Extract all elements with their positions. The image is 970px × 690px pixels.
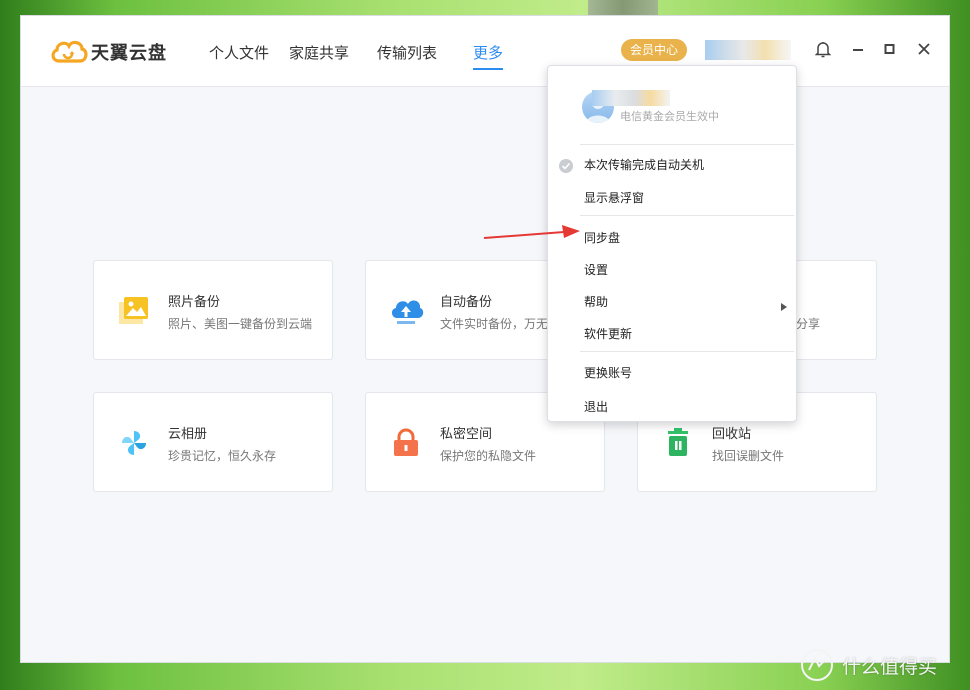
menu-item-sync-disk[interactable]: 同步盘 [584, 229, 620, 246]
menu-item-software-update[interactable]: 软件更新 [584, 325, 632, 342]
maximize-icon[interactable] [879, 38, 901, 60]
watermark-text: 什么值得买 [842, 656, 938, 678]
menu-item-exit[interactable]: 退出 [584, 398, 608, 415]
card-photo-backup[interactable]: 照片备份 照片、美图一键备份到云端 [93, 260, 333, 360]
menu-divider [580, 351, 794, 352]
pinwheel-icon [116, 425, 152, 461]
nav-more[interactable]: 更多 [473, 42, 503, 63]
app-window: 天翼云盘 个人文件 家庭共享 传输列表 更多 会员中心 照片备份 照片、美图一键… [20, 15, 950, 663]
nav-active-underline [473, 68, 503, 70]
menu-item-floating-window[interactable]: 显示悬浮窗 [584, 189, 644, 206]
watermark-logo-icon [801, 649, 833, 681]
app-name: 天翼云盘 [91, 43, 167, 64]
card-desc: 分享 [796, 317, 821, 331]
app-logo: 天翼云盘 [49, 36, 199, 66]
nav-transfer-list[interactable]: 传输列表 [377, 42, 437, 63]
menu-item-help[interactable]: 帮助 [584, 293, 608, 310]
card-cloud-album[interactable]: 云相册 珍贵记忆，恒久永存 [93, 392, 333, 492]
more-dropdown-menu: 电信黄金会员生效中 本次传输完成自动关机 显示悬浮窗 同步盘 设置 帮助 软件更… [547, 65, 797, 422]
card-desc: 珍贵记忆，恒久永存 [168, 449, 277, 463]
trash-icon [660, 425, 696, 461]
card-desc: 保护您的私隐文件 [440, 449, 537, 463]
nav-family-share[interactable]: 家庭共享 [289, 42, 349, 63]
cloud-logo-icon [51, 40, 88, 63]
cloud-upload-icon [388, 293, 424, 329]
lock-icon [388, 425, 424, 461]
title-bar: 天翼云盘 个人文件 家庭共享 传输列表 更多 会员中心 [21, 16, 949, 87]
photo-icon [116, 293, 152, 329]
menu-divider [580, 144, 794, 145]
card-title: 自动备份 [440, 295, 493, 310]
close-icon[interactable] [913, 38, 935, 60]
card-title: 云相册 [168, 427, 208, 442]
check-icon [559, 158, 573, 173]
menu-item-switch-account[interactable]: 更换账号 [584, 364, 632, 381]
card-desc: 文件实时备份，万无 [440, 317, 549, 331]
menu-divider [580, 215, 794, 216]
minimize-icon[interactable] [847, 38, 869, 60]
red-arrow-annotation-icon [483, 225, 580, 239]
vip-center-button[interactable]: 会员中心 [621, 39, 687, 61]
card-title: 私密空间 [440, 427, 493, 442]
card-desc: 照片、美图一键备份到云端 [168, 317, 313, 331]
card-title: 回收站 [712, 427, 752, 442]
nav-personal-files[interactable]: 个人文件 [209, 42, 269, 63]
watermark: 什么值得买 [800, 648, 965, 681]
account-name-blurred [592, 90, 670, 106]
menu-item-settings[interactable]: 设置 [584, 261, 608, 278]
card-desc: 找回误删文件 [712, 449, 785, 463]
membership-status: 电信黄金会员生效中 [620, 110, 719, 123]
submenu-arrow-icon [781, 296, 787, 311]
bell-icon[interactable] [812, 38, 834, 60]
card-title: 照片备份 [168, 295, 221, 310]
menu-item-auto-shutdown[interactable]: 本次传输完成自动关机 [584, 156, 704, 173]
user-account-blurred[interactable] [705, 40, 791, 60]
